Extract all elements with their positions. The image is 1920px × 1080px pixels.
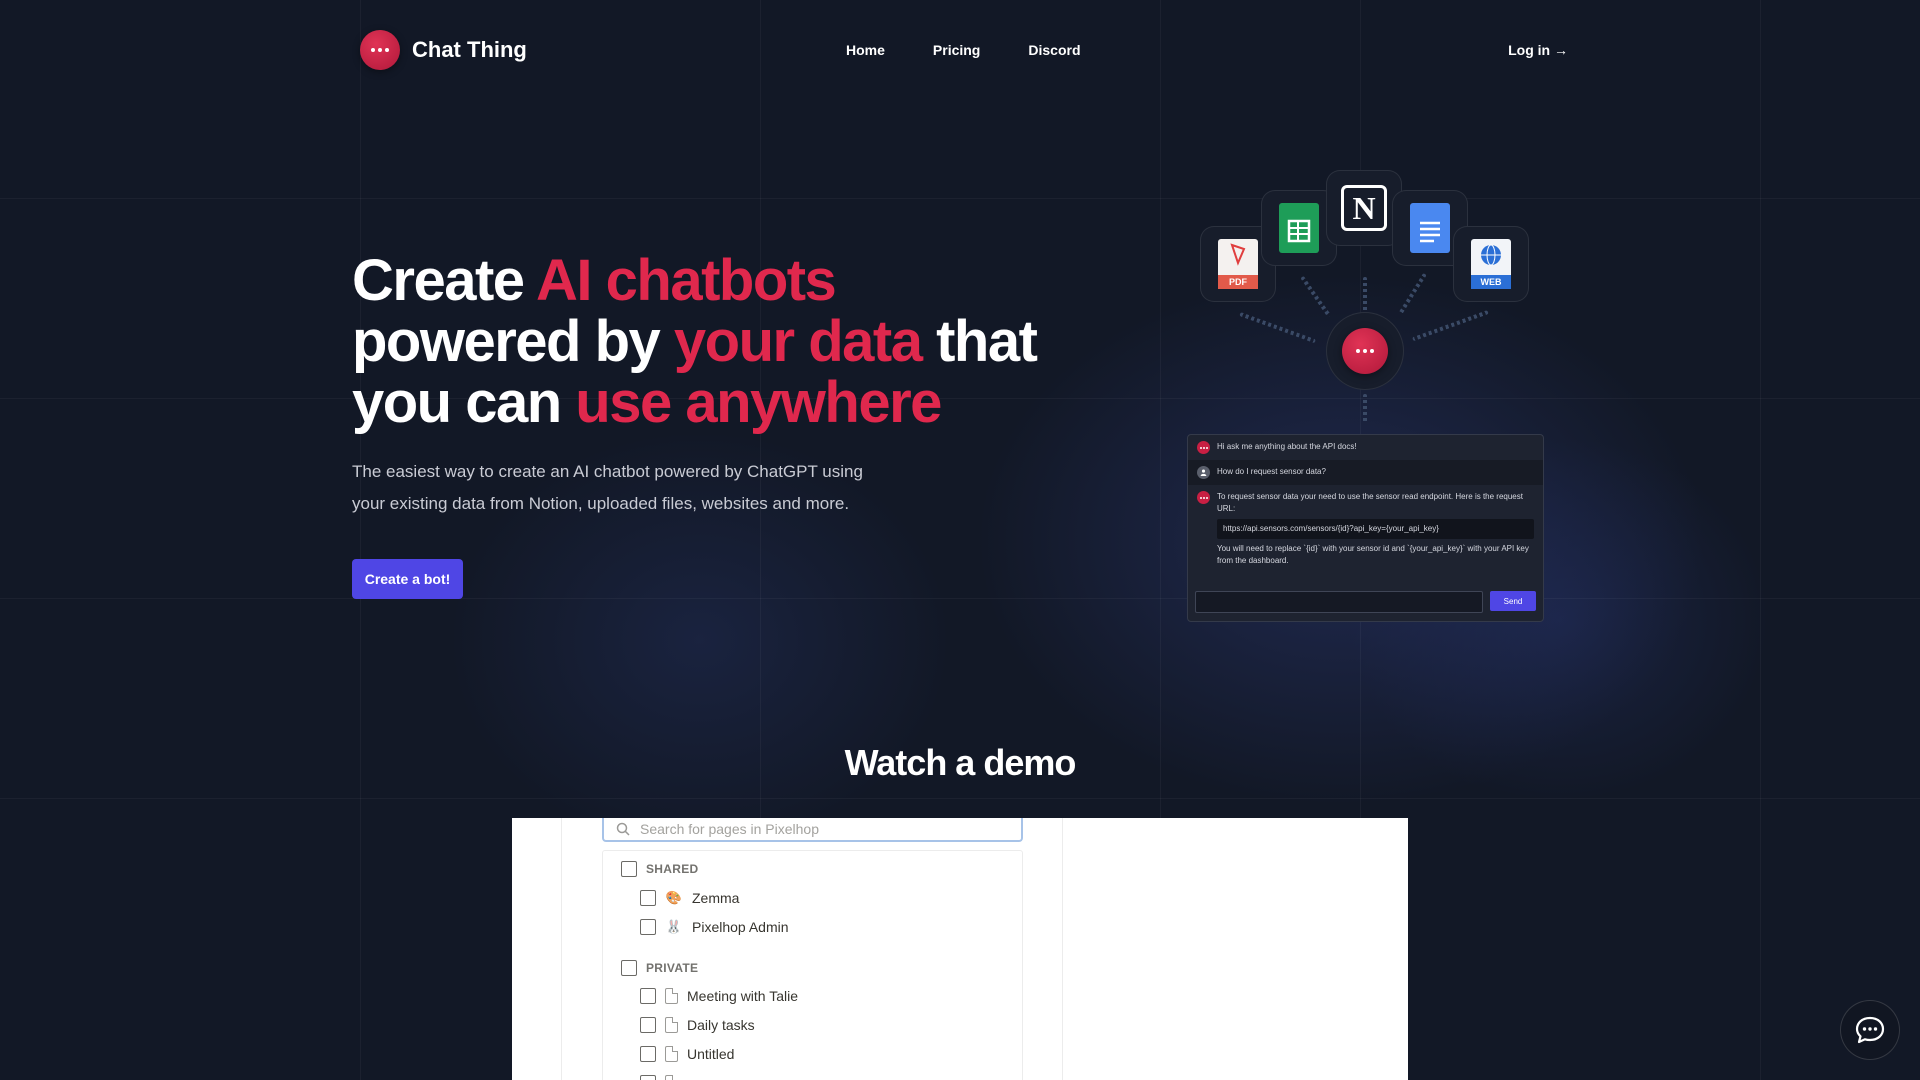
hero-subtitle-line: your existing data from Notion, uploaded… xyxy=(352,494,850,513)
google-docs-icon xyxy=(1410,203,1450,253)
chat-message-text: To request sensor data your need to use … xyxy=(1217,492,1523,513)
chat-thing-logo-icon xyxy=(360,30,400,70)
checkbox[interactable] xyxy=(640,890,656,906)
page-list: SHARED 🎨 Zemma 🐰 Pixelhop Admin PRIVATE … xyxy=(602,850,1023,1080)
checkbox[interactable] xyxy=(640,919,656,935)
bot-avatar-icon xyxy=(1197,441,1210,454)
hero-title-text: Create xyxy=(352,248,537,313)
connector-line xyxy=(1363,394,1367,424)
hero-title-accent: use anywhere xyxy=(575,370,942,435)
list-item: Untitled xyxy=(640,1046,734,1062)
section-private: PRIVATE xyxy=(621,960,698,976)
page-icon xyxy=(665,1017,678,1033)
zemma-emoji-icon: 🎨 xyxy=(665,890,683,905)
list-item: 🎨 Zemma xyxy=(640,889,739,907)
pdf-label: PDF xyxy=(1218,275,1258,289)
web-label: WEB xyxy=(1471,275,1511,289)
bot-avatar-icon xyxy=(1197,491,1210,504)
user-avatar-icon xyxy=(1197,466,1210,479)
send-button[interactable]: Send xyxy=(1490,591,1536,611)
brand-name: Chat Thing xyxy=(412,37,527,62)
chat-preview-card: Hi ask me anything about the API docs! H… xyxy=(1187,434,1544,622)
chat-bubble-icon xyxy=(1855,1016,1885,1044)
list-item-label: Pixelhop Admin xyxy=(692,919,789,935)
grid-line xyxy=(360,0,361,1080)
list-item-label: Untitled xyxy=(687,1046,735,1062)
create-bot-button[interactable]: Create a bot! xyxy=(352,559,463,599)
connector-line xyxy=(1398,272,1427,315)
checkbox[interactable] xyxy=(640,988,656,1004)
chat-message-user: How do I request sensor data? xyxy=(1188,460,1543,485)
web-icon: WEB xyxy=(1471,239,1511,289)
list-item-label: Meeting with Talie xyxy=(687,988,799,1004)
hero-title-accent: AI chatbots xyxy=(536,248,837,313)
chat-message-text: Hi ask me anything about the API docs! xyxy=(1217,442,1357,451)
notion-tile: N xyxy=(1326,170,1402,246)
page-icon xyxy=(665,988,678,1004)
checkbox[interactable] xyxy=(640,1075,656,1080)
hero-title-text: that xyxy=(921,309,1038,374)
hero-subtitle: The easiest way to create an AI chatbot … xyxy=(352,456,912,520)
chat-code-block: https://api.sensors.com/sensors/{id}?api… xyxy=(1217,519,1534,539)
notion-icon: N xyxy=(1341,185,1387,231)
demo-search-bar xyxy=(602,818,1023,842)
grid-line xyxy=(0,598,1920,599)
list-item-label: Zemma xyxy=(692,890,740,906)
chat-message-bot: Hi ask me anything about the API docs! xyxy=(1188,435,1543,460)
nav-link-discord[interactable]: Discord xyxy=(1028,42,1080,58)
hero-title-text: you can xyxy=(352,370,576,435)
checkbox[interactable] xyxy=(621,861,637,877)
chat-message-text: How do I request sensor data? xyxy=(1217,467,1326,476)
chat-thing-hub xyxy=(1326,312,1404,390)
chat-message-text: You will need to replace `{id}` with you… xyxy=(1217,544,1529,565)
demo-section-title: Watch a demo xyxy=(844,742,1077,783)
hero-title: Create AI chatbots powered by your data … xyxy=(352,250,1112,433)
grid-line xyxy=(0,198,1920,199)
list-item: Meeting with Talie xyxy=(640,988,798,1004)
checkbox[interactable] xyxy=(640,1046,656,1062)
hero-title-accent: your data xyxy=(673,309,923,374)
nav-links: Home Pricing Discord xyxy=(846,42,1081,58)
list-item: Daily tasks xyxy=(640,1017,755,1033)
demo-search-input[interactable] xyxy=(640,821,1000,837)
list-item-label: Daily tasks xyxy=(687,1017,755,1033)
grid-line xyxy=(0,798,1920,799)
connector-line xyxy=(1412,310,1489,342)
brand-logo[interactable]: Chat Thing xyxy=(360,30,527,70)
demo-video-frame[interactable]: SHARED 🎨 Zemma 🐰 Pixelhop Admin PRIVATE … xyxy=(512,818,1408,1080)
pdf-icon: PDF xyxy=(1218,239,1258,289)
grid-line xyxy=(1760,0,1761,1080)
google-sheets-icon xyxy=(1279,203,1319,253)
list-item xyxy=(640,1075,678,1080)
divider xyxy=(561,818,562,1080)
login-link[interactable]: Log in → xyxy=(1508,42,1568,58)
rabbit-emoji-icon: 🐰 xyxy=(665,919,683,934)
chat-thing-hub-icon xyxy=(1342,328,1388,374)
chat-input-row: Send xyxy=(1195,591,1536,613)
connector-line xyxy=(1239,312,1316,344)
section-label: PRIVATE xyxy=(646,961,699,975)
section-label: SHARED xyxy=(646,862,699,876)
open-chat-widget-button[interactable] xyxy=(1840,1000,1900,1060)
nav-link-pricing[interactable]: Pricing xyxy=(933,42,980,58)
web-tile: WEB xyxy=(1453,226,1529,302)
hero-title-text: powered by xyxy=(352,309,674,374)
nav-link-home[interactable]: Home xyxy=(846,42,885,58)
checkbox[interactable] xyxy=(640,1017,656,1033)
hero-subtitle-line: The easiest way to create an AI chatbot … xyxy=(352,462,863,481)
chat-message-input[interactable] xyxy=(1195,591,1483,613)
page-icon xyxy=(665,1046,678,1062)
chat-message-bot: To request sensor data your need to use … xyxy=(1188,485,1543,573)
page-icon xyxy=(665,1075,678,1080)
list-item: 🐰 Pixelhop Admin xyxy=(640,918,789,936)
checkbox[interactable] xyxy=(621,960,637,976)
top-nav: Chat Thing Home Pricing Discord Log in → xyxy=(352,28,1568,76)
connector-line xyxy=(1300,275,1332,318)
section-shared: SHARED xyxy=(621,861,698,877)
search-icon xyxy=(616,822,630,836)
divider xyxy=(1062,818,1063,1080)
